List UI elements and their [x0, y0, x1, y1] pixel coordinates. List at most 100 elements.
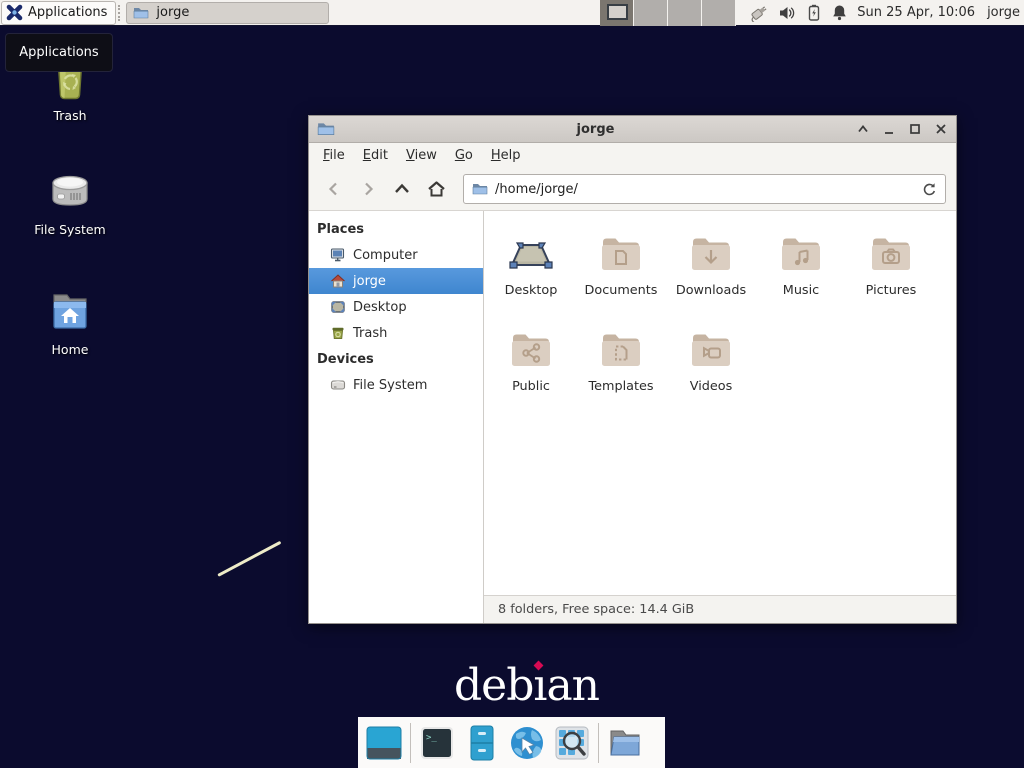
- debian-logo-i: ı: [533, 660, 546, 711]
- back-icon: [326, 181, 342, 197]
- templates-folder-icon: [597, 325, 645, 373]
- toolbar: /home/jorge/: [309, 168, 956, 211]
- sidebar-header-places: Places: [309, 216, 483, 242]
- menu-file[interactable]: File: [315, 145, 353, 166]
- debian-logo-text: an: [546, 660, 599, 711]
- file-item-label: Videos: [690, 379, 733, 394]
- file-item-music[interactable]: Music: [756, 221, 846, 317]
- public-folder-icon: [507, 325, 555, 373]
- tooltip-text: Applications: [19, 45, 98, 60]
- network-cable-icon[interactable]: [748, 4, 768, 22]
- path-input[interactable]: /home/jorge/: [495, 182, 915, 197]
- workspace-window-preview: [607, 4, 628, 20]
- documents-folder-icon: [597, 229, 645, 277]
- home-folder-icon: [44, 286, 96, 338]
- home-button[interactable]: [421, 174, 451, 204]
- file-item-label: Templates: [588, 379, 653, 394]
- menu-edit[interactable]: Edit: [355, 145, 396, 166]
- desktop-icon-filesystem[interactable]: File System: [22, 166, 118, 237]
- downloads-folder-icon: [687, 229, 735, 277]
- notifications-bell-icon[interactable]: [832, 4, 847, 21]
- path-bar[interactable]: /home/jorge/: [463, 174, 946, 204]
- file-list: Desktop Documents: [484, 211, 956, 595]
- applications-menu-button[interactable]: Applications: [1, 1, 116, 25]
- file-item-desktop[interactable]: Desktop: [486, 221, 576, 317]
- workspace-3[interactable]: [668, 0, 702, 26]
- svg-text:>_: >_: [426, 733, 437, 743]
- menu-go[interactable]: Go: [447, 145, 481, 166]
- videos-folder-icon: [687, 325, 735, 373]
- battery-icon[interactable]: [807, 4, 821, 21]
- home-icon: [330, 273, 346, 289]
- path-folder-icon: [472, 181, 488, 197]
- sidebar-item-trash[interactable]: Trash: [309, 320, 483, 346]
- debian-logo: debıan: [454, 660, 599, 711]
- sidebar-item-home[interactable]: jorge: [309, 268, 483, 294]
- reload-icon[interactable]: [922, 182, 937, 197]
- desktop-icon-home[interactable]: Home: [22, 286, 118, 357]
- show-desktop-icon[interactable]: [365, 724, 403, 762]
- menu-help[interactable]: Help: [483, 145, 529, 166]
- forward-button[interactable]: [353, 174, 383, 204]
- file-item-documents[interactable]: Documents: [576, 221, 666, 317]
- workspace-4[interactable]: [702, 0, 736, 26]
- menubar: File Edit View Go Help: [309, 143, 956, 168]
- statusbar-text: 8 folders, Free space: 14.4 GiB: [498, 602, 694, 617]
- sidebar-item-desktop[interactable]: Desktop: [309, 294, 483, 320]
- home-icon: [427, 180, 446, 198]
- desktop-icon-label: Trash: [53, 108, 86, 123]
- file-item-label: Pictures: [866, 283, 917, 298]
- sidebar: Places Computer jorge: [309, 211, 484, 623]
- file-cabinet-icon[interactable]: [463, 724, 501, 762]
- back-button[interactable]: [319, 174, 349, 204]
- up-icon: [393, 181, 411, 197]
- trash-icon: [330, 325, 346, 341]
- titlebar[interactable]: jorge: [309, 116, 956, 143]
- sidebar-item-label: File System: [353, 378, 427, 393]
- desktop-icon-label: File System: [34, 222, 106, 237]
- file-item-templates[interactable]: Templates: [576, 317, 666, 413]
- dock-separator: [410, 723, 411, 763]
- web-browser-icon[interactable]: [508, 724, 546, 762]
- directory-icon[interactable]: [606, 724, 644, 762]
- file-item-videos[interactable]: Videos: [666, 317, 756, 413]
- dock: >_: [358, 717, 665, 768]
- up-button[interactable]: [387, 174, 417, 204]
- file-item-label: Public: [512, 379, 550, 394]
- panel-grip: [118, 5, 124, 21]
- sidebar-item-filesystem[interactable]: File System: [309, 372, 483, 398]
- sidebar-item-label: Trash: [353, 326, 387, 341]
- maximize-button[interactable]: [908, 122, 922, 136]
- window-folder-icon: [317, 120, 335, 138]
- forward-icon: [360, 181, 376, 197]
- workspace-1[interactable]: [600, 0, 634, 26]
- computer-icon: [330, 247, 346, 263]
- application-finder-icon[interactable]: [553, 724, 591, 762]
- desktop-special-icon: [507, 229, 555, 277]
- desktop-scribble-line: [217, 541, 281, 577]
- terminal-icon[interactable]: >_: [418, 724, 456, 762]
- file-item-label: Desktop: [505, 283, 558, 298]
- folder-icon: [133, 5, 149, 21]
- taskbar-window-button[interactable]: jorge: [126, 2, 329, 24]
- sidebar-header-devices: Devices: [309, 346, 483, 372]
- shade-button[interactable]: [856, 122, 870, 136]
- music-folder-icon: [777, 229, 825, 277]
- pictures-folder-icon: [867, 229, 915, 277]
- file-item-downloads[interactable]: Downloads: [666, 221, 756, 317]
- file-item-label: Documents: [585, 283, 658, 298]
- minimize-button[interactable]: [882, 122, 896, 136]
- volume-icon[interactable]: [779, 5, 796, 21]
- file-item-pictures[interactable]: Pictures: [846, 221, 936, 317]
- panel-user-label[interactable]: jorge: [987, 5, 1020, 20]
- desktop-icon: [330, 299, 346, 315]
- file-item-label: Music: [783, 283, 819, 298]
- workspace-2[interactable]: [634, 0, 668, 26]
- panel-clock[interactable]: Sun 25 Apr, 10:06: [857, 5, 975, 20]
- file-manager-window: jorge File Edit View Go Help: [308, 115, 957, 624]
- harddrive-icon: [330, 377, 346, 393]
- menu-view[interactable]: View: [398, 145, 445, 166]
- sidebar-item-computer[interactable]: Computer: [309, 242, 483, 268]
- close-button[interactable]: [934, 122, 948, 136]
- file-item-public[interactable]: Public: [486, 317, 576, 413]
